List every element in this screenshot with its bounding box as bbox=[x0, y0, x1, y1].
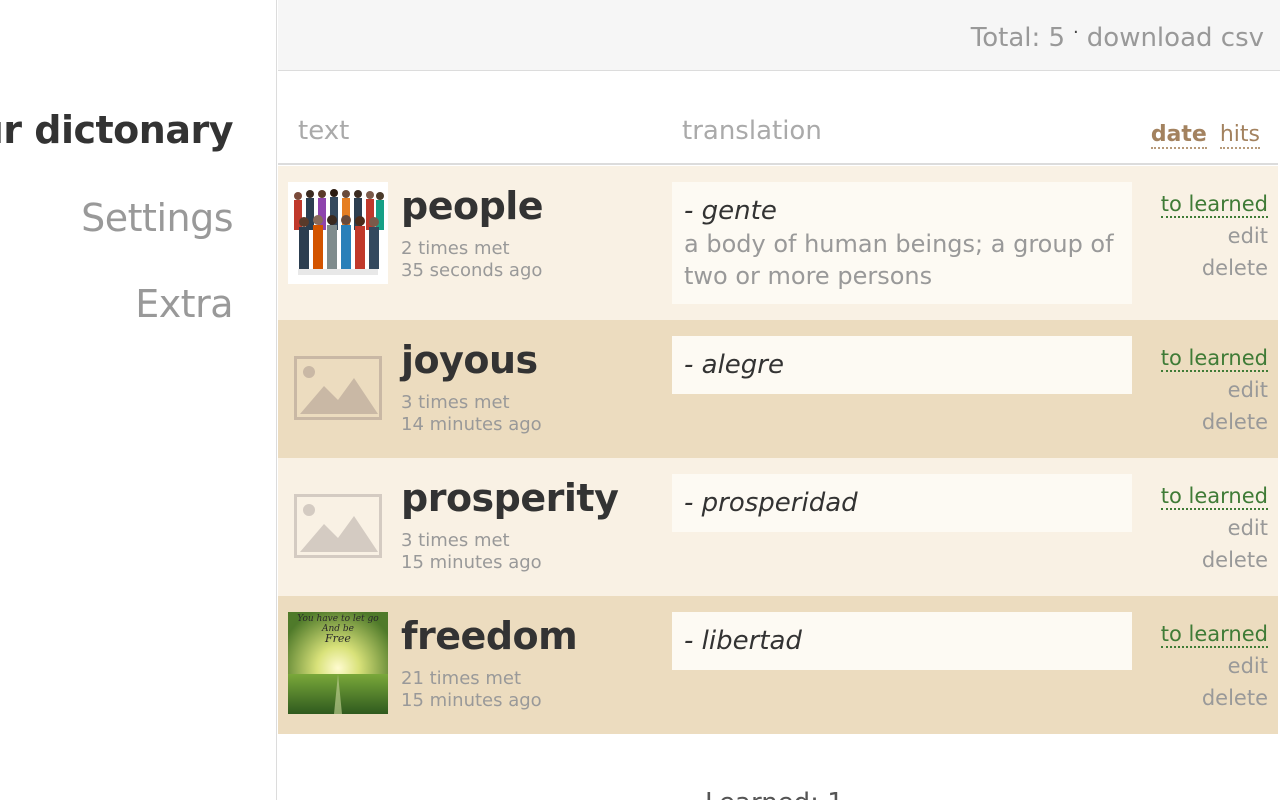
table-header: text translation date hits bbox=[278, 72, 1278, 165]
edit-link[interactable]: edit bbox=[1161, 650, 1268, 682]
translation-box: - libertad bbox=[672, 612, 1132, 670]
sidebar: ur dictonary Settings Extra bbox=[0, 0, 277, 800]
delete-link[interactable]: delete bbox=[1161, 252, 1268, 284]
svg-text:You have to let go: You have to let go bbox=[297, 614, 379, 624]
word-text[interactable]: freedom bbox=[401, 614, 578, 658]
nav-dictionary-title[interactable]: ur dictonary bbox=[0, 108, 234, 152]
people-photo bbox=[288, 182, 388, 284]
row-actions: to learned edit delete bbox=[1160, 480, 1268, 576]
times-met: 2 times met bbox=[401, 238, 510, 259]
word-text[interactable]: people bbox=[401, 184, 544, 228]
word-text[interactable]: prosperity bbox=[401, 476, 619, 520]
separator-dot: · bbox=[1073, 22, 1079, 43]
column-header-text: text bbox=[298, 116, 350, 146]
download-csv-link[interactable]: download csv bbox=[1087, 23, 1264, 53]
time-ago: 15 minutes ago bbox=[401, 552, 542, 573]
definition-text: a body of human beings; a group of two o… bbox=[684, 230, 1114, 290]
time-ago: 35 seconds ago bbox=[401, 260, 543, 281]
translation-text: - alegre bbox=[684, 350, 784, 380]
topbar-summary: Total: 5 · download csv bbox=[971, 22, 1264, 53]
nav-extra[interactable]: Extra bbox=[135, 282, 233, 326]
to-learned-label: to learned bbox=[1160, 346, 1268, 372]
freedom-photo: You have to let go And be Free bbox=[288, 612, 388, 714]
to-learned-link[interactable]: to learned bbox=[1160, 480, 1268, 512]
time-ago: 14 minutes ago bbox=[401, 414, 542, 435]
table-row: joyous 3 times met 14 minutes ago - aleg… bbox=[278, 320, 1278, 458]
time-ago: 15 minutes ago bbox=[401, 690, 542, 711]
translation-text: - libertad bbox=[684, 626, 802, 656]
row-actions: to learned edit delete bbox=[1160, 342, 1268, 438]
edit-link[interactable]: edit bbox=[1161, 512, 1268, 544]
nav-settings[interactable]: Settings bbox=[81, 196, 233, 240]
placeholder-image-icon bbox=[294, 356, 382, 420]
delete-link[interactable]: delete bbox=[1161, 682, 1268, 714]
translation-box: - gente a body of human beings; a group … bbox=[672, 182, 1132, 304]
word-image bbox=[288, 182, 388, 284]
to-learned-link[interactable]: to learned bbox=[1160, 188, 1268, 220]
to-learned-label: to learned bbox=[1160, 192, 1268, 218]
row-actions: to learned edit delete bbox=[1160, 188, 1268, 284]
word-text[interactable]: joyous bbox=[401, 338, 538, 382]
delete-link[interactable]: delete bbox=[1161, 406, 1268, 438]
times-met: 3 times met bbox=[401, 530, 510, 551]
times-met: 21 times met bbox=[401, 668, 522, 689]
to-learned-label: to learned bbox=[1160, 622, 1268, 648]
sort-controls: date hits bbox=[1150, 122, 1260, 149]
translation-box: - alegre bbox=[672, 336, 1132, 394]
to-learned-link[interactable]: to learned bbox=[1160, 618, 1268, 650]
translation-text: - gente bbox=[684, 196, 777, 226]
learned-count-partial[interactable]: Learned: 1 bbox=[705, 788, 844, 800]
placeholder-image-icon bbox=[294, 494, 382, 558]
to-learned-link[interactable]: to learned bbox=[1160, 342, 1268, 374]
to-learned-label: to learned bbox=[1160, 484, 1268, 510]
total-count: Total: 5 bbox=[970, 23, 1066, 53]
delete-link[interactable]: delete bbox=[1161, 544, 1268, 576]
table-row: prosperity 3 times met 15 minutes ago - … bbox=[278, 458, 1278, 596]
sort-by-date-link[interactable]: date bbox=[1150, 122, 1207, 149]
edit-link[interactable]: edit bbox=[1161, 220, 1268, 252]
table-row: people 2 times met 35 seconds ago - gent… bbox=[278, 166, 1278, 320]
column-header-translation: translation bbox=[682, 116, 822, 146]
word-image bbox=[288, 336, 388, 438]
word-image: You have to let go And be Free bbox=[288, 612, 388, 714]
word-list: people 2 times met 35 seconds ago - gent… bbox=[278, 166, 1278, 734]
edit-link[interactable]: edit bbox=[1161, 374, 1268, 406]
sort-by-hits-link[interactable]: hits bbox=[1219, 122, 1260, 149]
row-actions: to learned edit delete bbox=[1160, 618, 1268, 714]
word-image bbox=[288, 474, 388, 576]
top-bar: Total: 5 · download csv bbox=[278, 0, 1280, 71]
times-met: 3 times met bbox=[401, 392, 510, 413]
translation-box: - prosperidad bbox=[672, 474, 1132, 532]
table-row: You have to let go And be Free freedom 2… bbox=[278, 596, 1278, 734]
translation-text: - prosperidad bbox=[684, 488, 858, 518]
svg-text:Free: Free bbox=[324, 632, 351, 645]
